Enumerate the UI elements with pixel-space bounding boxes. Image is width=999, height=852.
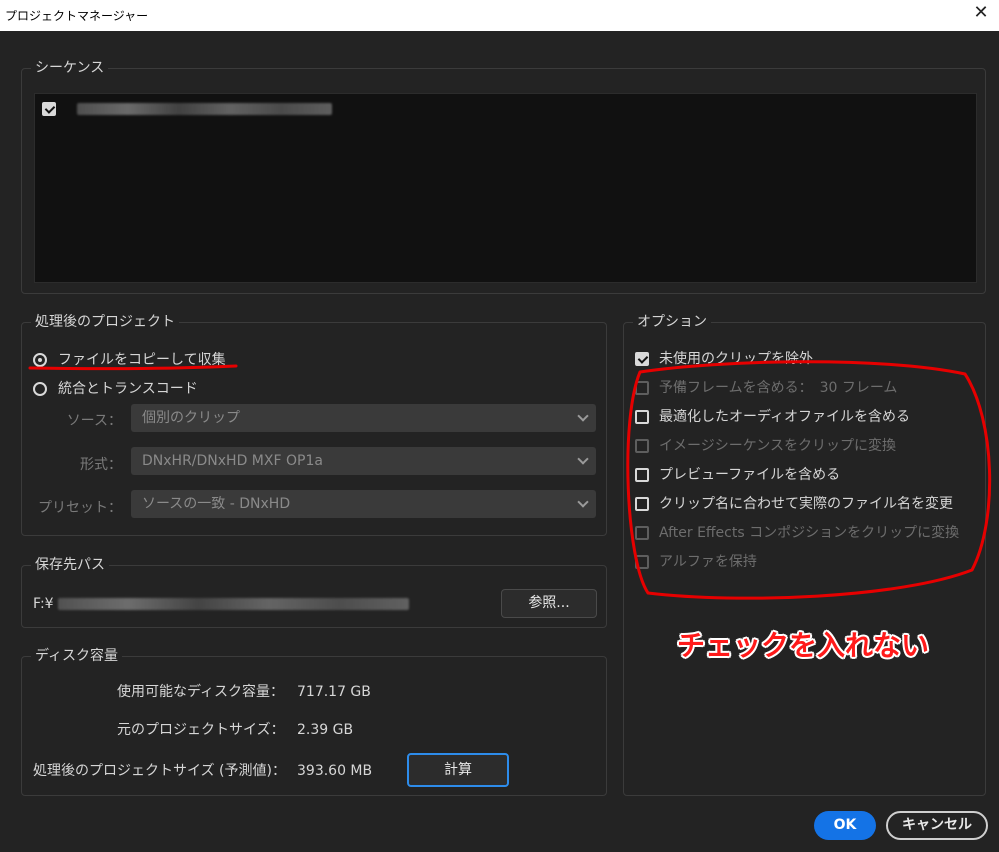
sequence-item-checkbox[interactable] xyxy=(42,102,56,116)
collect-radio[interactable] xyxy=(33,353,47,367)
destination-group: 保存先パス F:¥ 参照... xyxy=(21,555,607,628)
preset-value: ソースの一致 - DNxHD xyxy=(142,496,291,512)
ok-button[interactable]: OK xyxy=(814,811,876,840)
disk-space-group: ディスク容量 使用可能なディスク容量： 717.17 GB 元のプロジェクトサイ… xyxy=(21,646,607,796)
destination-path-redacted xyxy=(58,598,409,610)
preset-label: プリセット： xyxy=(38,500,122,516)
option-after-effects-label: After Effects コンポジションをクリップに変換 xyxy=(659,525,960,541)
original-size-label: 元のプロジェクトサイズ： xyxy=(117,722,285,738)
window-title: プロジェクトマネージャー xyxy=(5,9,149,23)
option-image-sequence-checkbox xyxy=(635,439,649,453)
sequence-legend: シーケンス xyxy=(31,58,109,78)
transcode-radio[interactable] xyxy=(33,382,47,396)
available-space-value: 717.17 GB xyxy=(297,684,371,700)
resulting-project-legend: 処理後のプロジェクト xyxy=(31,312,179,332)
available-space-label: 使用可能なディスク容量： xyxy=(117,684,285,700)
ok-button-label: OK xyxy=(833,817,857,833)
disk-space-legend: ディスク容量 xyxy=(31,646,123,666)
option-image-sequence-label: イメージシーケンスをクリップに変換 xyxy=(659,438,897,454)
option-rename-media-label[interactable]: クリップ名に合わせて実際のファイル名を変更 xyxy=(659,495,953,513)
sequence-list[interactable] xyxy=(34,93,977,283)
options-legend: オプション xyxy=(633,312,711,332)
option-exclude-unused-label[interactable]: 未使用のクリップを除外 xyxy=(659,350,813,368)
annotation-text: チェックを入れない xyxy=(677,629,930,662)
sequence-item-name-redacted xyxy=(77,103,332,115)
option-exclude-unused-checkbox[interactable] xyxy=(635,352,649,366)
browse-button[interactable]: 参照... xyxy=(501,589,597,618)
calculate-button[interactable]: 計算 xyxy=(407,753,509,787)
resulting-size-value: 393.60 MB xyxy=(297,763,373,779)
preset-dropdown: ソースの一致 - DNxHD xyxy=(131,490,596,518)
collect-radio-label[interactable]: ファイルをコピーして収集 xyxy=(58,351,226,369)
destination-path-prefix: F:¥ xyxy=(33,596,54,612)
original-size-value: 2.39 GB xyxy=(297,722,354,738)
transcode-radio-label[interactable]: 統合とトランスコード xyxy=(58,380,198,398)
options-group: オプション 未使用のクリップを除外 予備フレームを含める： 30 フレーム 最適… xyxy=(623,312,986,796)
chevron-down-icon xyxy=(577,496,589,508)
format-dropdown: DNxHR/DNxHD MXF OP1a xyxy=(131,447,596,475)
option-preserve-alpha-checkbox xyxy=(635,555,649,569)
option-preview-files-checkbox[interactable] xyxy=(635,468,649,482)
source-dropdown: 個別のクリップ xyxy=(131,404,596,432)
option-after-effects-checkbox xyxy=(635,526,649,540)
option-preserve-alpha-label: アルファを保持 xyxy=(659,554,757,570)
option-handle-frames-checkbox xyxy=(635,381,649,395)
option-handle-frames-label: 予備フレームを含める： 30 フレーム xyxy=(659,380,898,396)
source-value: 個別のクリップ xyxy=(142,410,240,426)
cancel-button-label: キャンセル xyxy=(902,817,972,833)
cancel-button[interactable]: キャンセル xyxy=(886,811,988,840)
calculate-button-label: 計算 xyxy=(444,762,472,778)
format-value: DNxHR/DNxHD MXF OP1a xyxy=(142,453,323,469)
option-conformed-audio-checkbox[interactable] xyxy=(635,410,649,424)
resulting-project-group: 処理後のプロジェクト ファイルをコピーして収集 統合とトランスコード ソース： … xyxy=(21,312,607,536)
chevron-down-icon xyxy=(577,453,589,465)
option-conformed-audio-label[interactable]: 最適化したオーディオファイルを含める xyxy=(659,408,910,426)
option-preview-files-label[interactable]: プレビューファイルを含める xyxy=(659,466,840,484)
resulting-size-label: 処理後のプロジェクトサイズ (予測値)： xyxy=(33,763,286,779)
sequence-group: シーケンス xyxy=(21,58,986,294)
format-label: 形式： xyxy=(80,457,122,473)
destination-legend: 保存先パス xyxy=(31,555,109,575)
chevron-down-icon xyxy=(577,410,589,422)
title-bar: プロジェクトマネージャー ✕ xyxy=(0,0,999,31)
browse-button-label: 参照... xyxy=(528,595,570,611)
close-icon[interactable]: ✕ xyxy=(971,3,991,23)
source-label: ソース： xyxy=(66,413,122,429)
option-rename-media-checkbox[interactable] xyxy=(635,497,649,511)
